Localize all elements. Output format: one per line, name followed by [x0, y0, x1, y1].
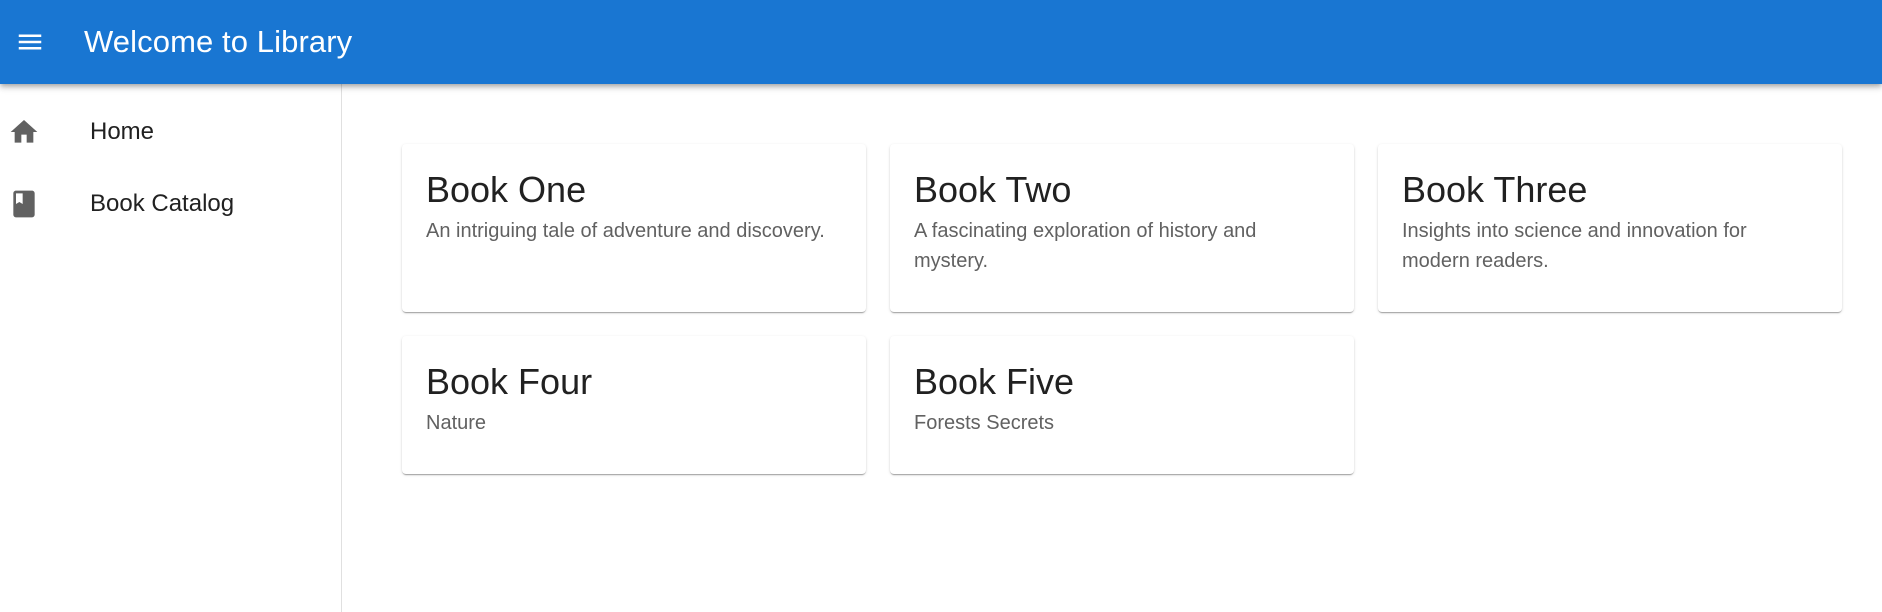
sidebar-item-home[interactable]: Home: [0, 96, 341, 168]
menu-icon: [18, 34, 42, 50]
book-card[interactable]: Book Five Forests Secrets: [890, 336, 1354, 474]
book-title: Book Three: [1402, 169, 1588, 210]
book-description: Forests Secrets: [914, 412, 1055, 434]
sidebar: Home Book Catalog: [0, 84, 342, 612]
app-bar: Welcome to Library: [0, 0, 1882, 84]
book-description: Nature: [426, 412, 487, 434]
book-card[interactable]: Book Two A fascinating exploration of hi…: [890, 144, 1354, 312]
app-title: Welcome to Library: [84, 24, 353, 59]
book-card[interactable]: Book Three Insights into science and inn…: [1378, 144, 1842, 312]
main-content: Book One An intriguing tale of adventure…: [342, 84, 1882, 612]
book-title: Book Four: [426, 361, 593, 402]
sidebar-item-book-catalog[interactable]: Book Catalog: [0, 168, 341, 240]
sidebar-item-label: Home: [90, 118, 155, 145]
book-description: A fascinating exploration of history and…: [914, 220, 1257, 272]
home-icon: [0, 108, 48, 156]
sidebar-item-label: Book Catalog: [90, 190, 235, 217]
book-title: Book Five: [914, 361, 1075, 402]
book-title: Book One: [426, 169, 587, 210]
book-description: An intriguing tale of adventure and disc…: [426, 220, 825, 242]
book-card[interactable]: Book One An intriguing tale of adventure…: [402, 144, 866, 312]
book-card[interactable]: Book Four Nature: [402, 336, 866, 474]
book-icon: [0, 180, 48, 228]
book-title: Book Two: [914, 169, 1072, 210]
book-description: Insights into science and innovation for…: [1402, 220, 1747, 272]
book-grid: Book One An intriguing tale of adventure…: [402, 144, 1882, 474]
menu-button[interactable]: [0, 0, 60, 84]
